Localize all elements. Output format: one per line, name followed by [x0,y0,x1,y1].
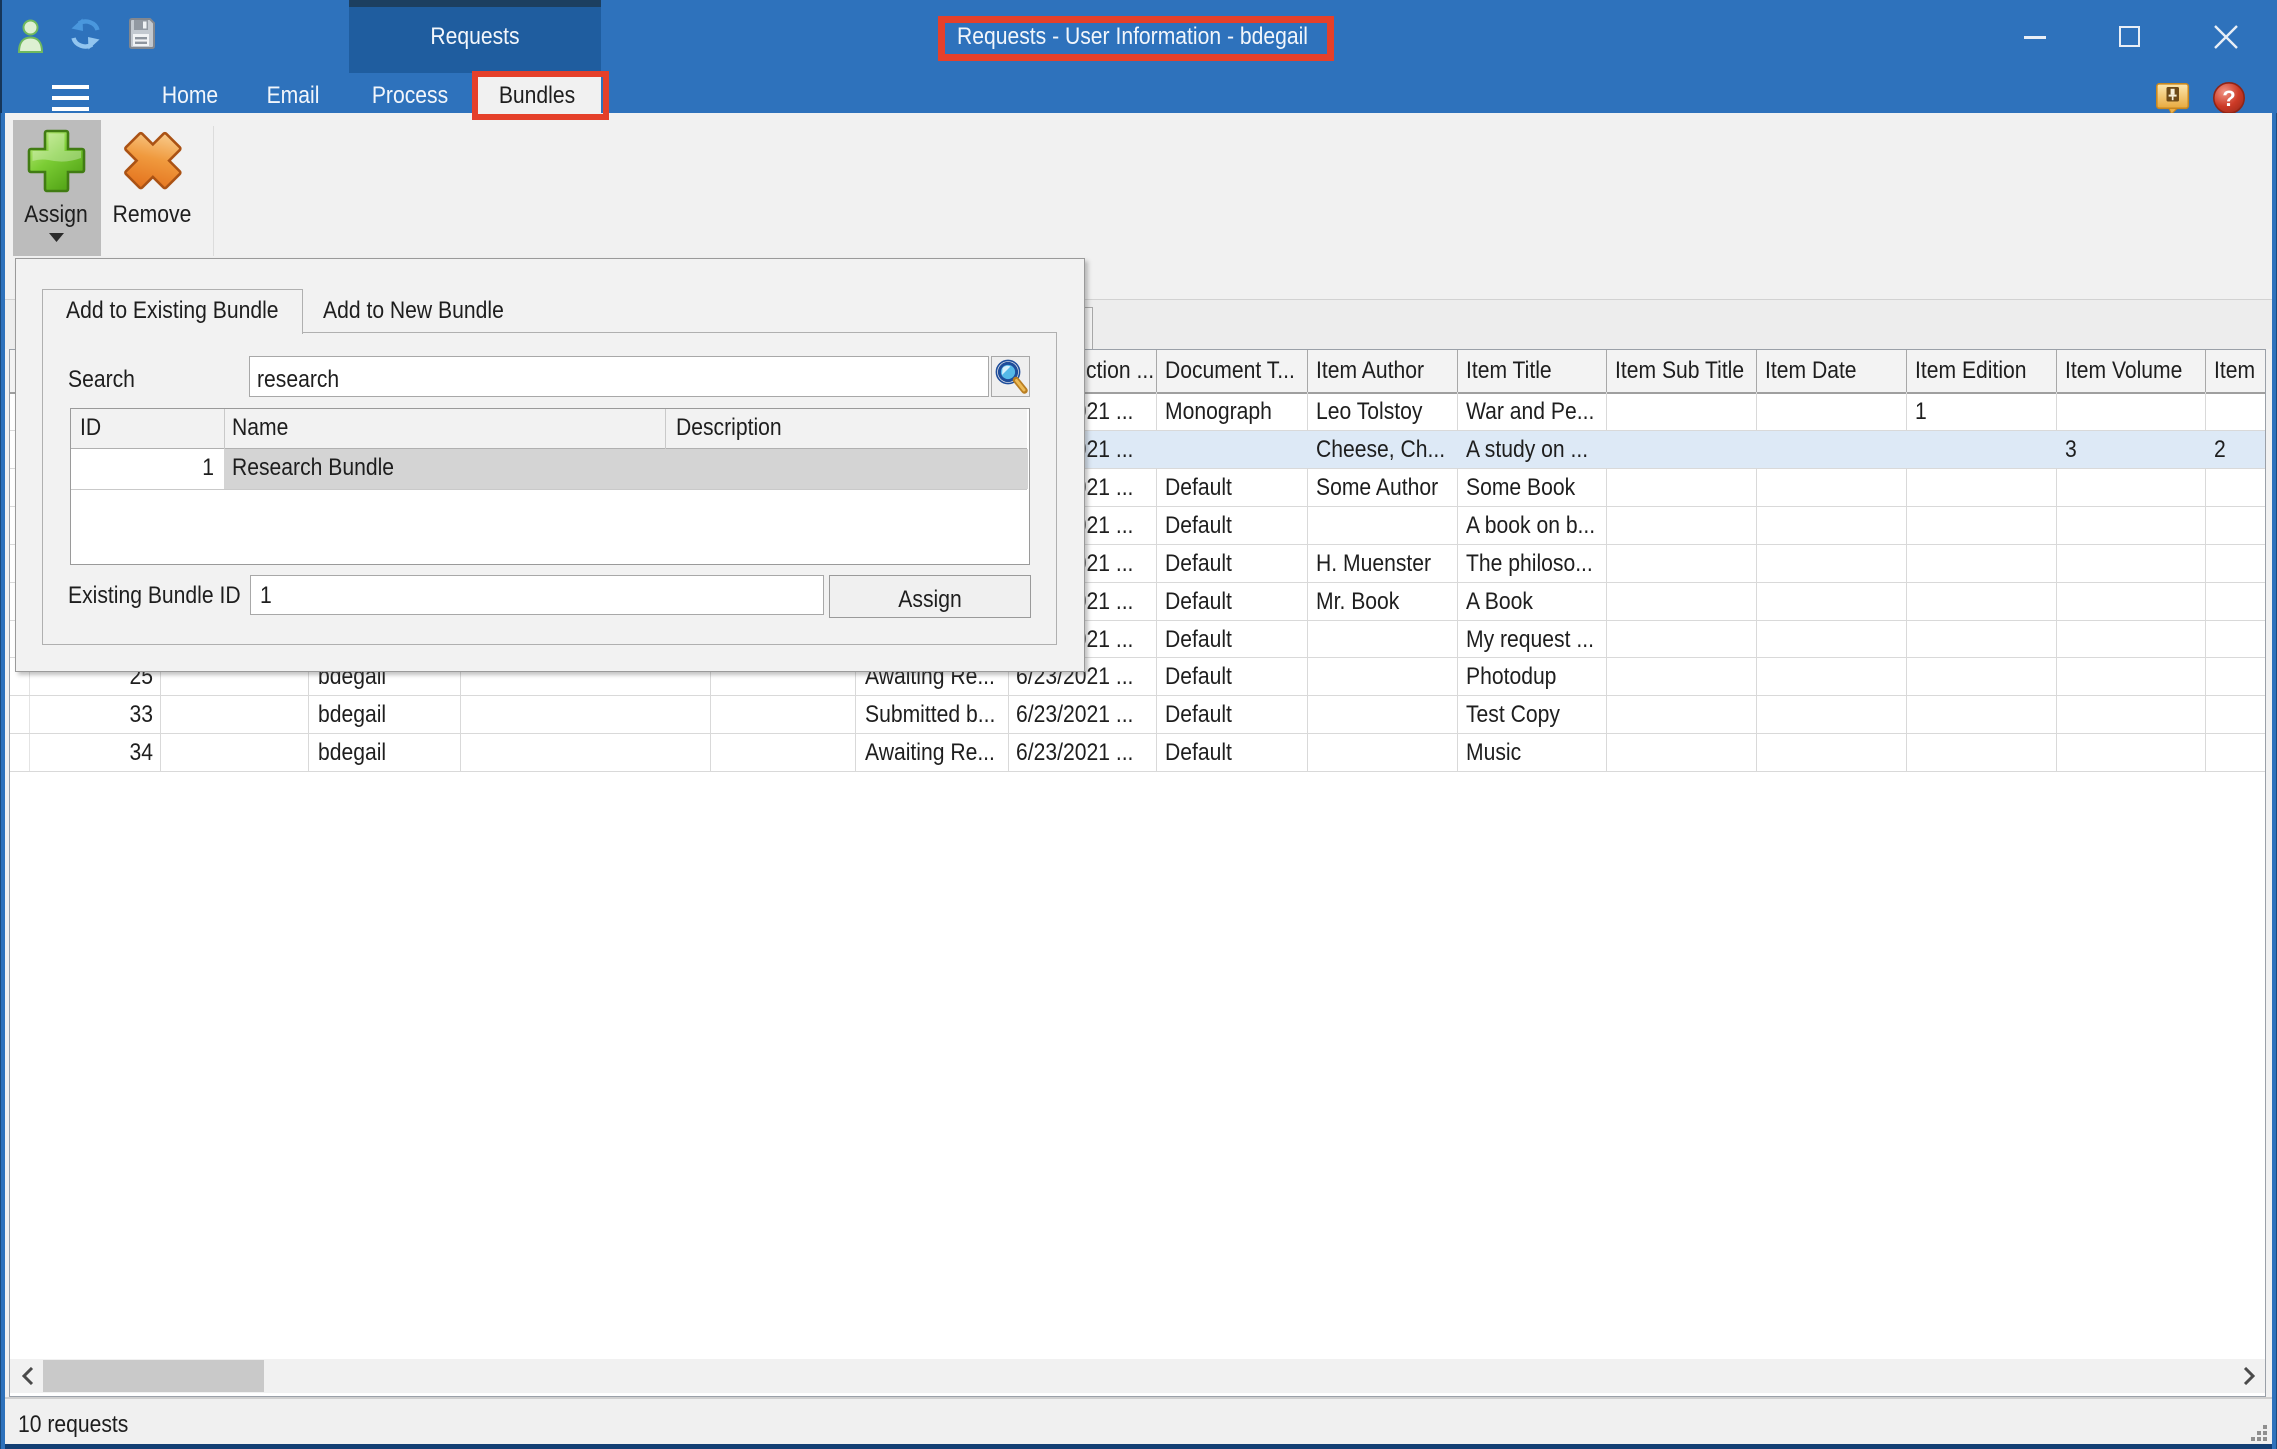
svg-text:?: ? [2222,86,2235,111]
